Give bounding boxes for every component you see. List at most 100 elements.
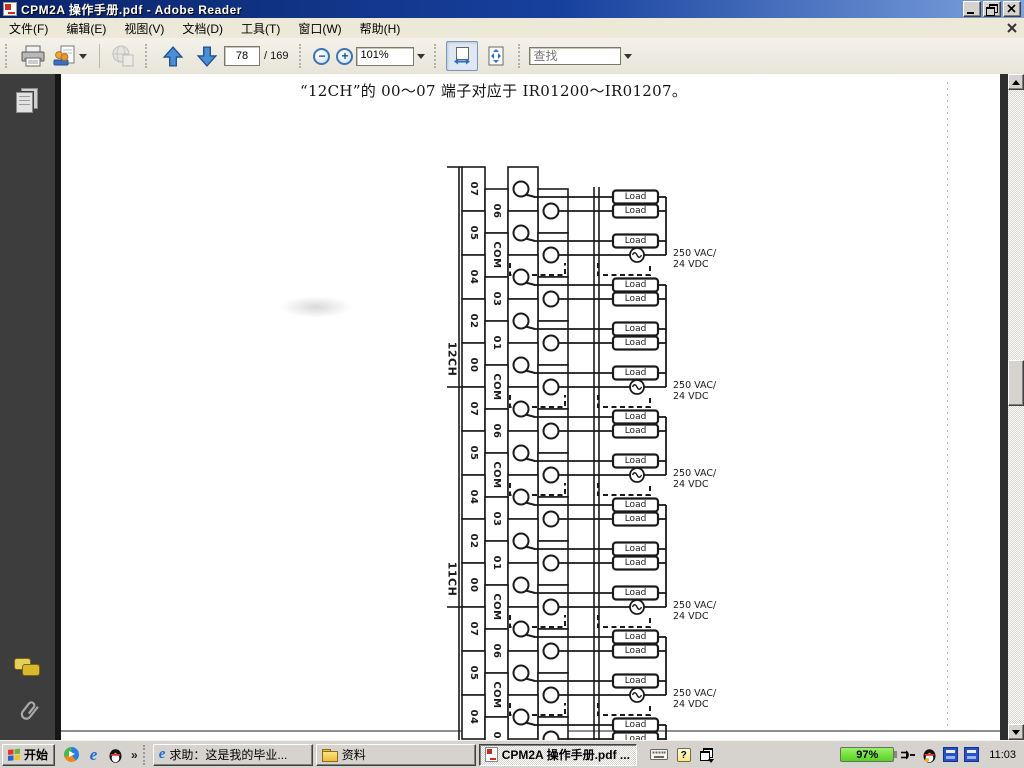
dropdown-arrow-icon [708, 759, 714, 763]
media-player-icon[interactable] [63, 746, 80, 763]
page-number-input[interactable] [224, 46, 260, 66]
close-button[interactable] [1003, 1, 1021, 17]
svg-text:06: 06 [491, 644, 502, 659]
pages-panel-icon[interactable] [16, 88, 38, 114]
svg-text:03: 03 [491, 732, 502, 740]
toolbar-grip [5, 44, 10, 68]
svg-text:Load: Load [625, 192, 647, 202]
quick-launch-overflow-chevron[interactable]: » [131, 748, 138, 762]
menu-tools[interactable]: 工具(T) [232, 18, 289, 39]
toolbar-grip [299, 44, 304, 68]
online-services-button[interactable] [107, 41, 139, 71]
dropdown-arrow-icon [79, 54, 87, 59]
toolbar: / 169 − + 101% [0, 38, 1024, 75]
tray-app-icon-2[interactable] [964, 747, 979, 762]
pdf-app-icon [3, 2, 17, 16]
menu-bar: 文件(F) 编辑(E) 视图(V) 文档(D) 工具(T) 窗口(W) 帮助(H… [0, 18, 1024, 39]
scroll-down-button[interactable] [1008, 724, 1024, 740]
fit-width-button[interactable] [446, 41, 478, 71]
svg-text:Load: Load [625, 338, 647, 348]
restore-button[interactable] [983, 1, 1001, 17]
system-tray: 97% 11:03 [840, 747, 1024, 763]
scrollbar-thumb[interactable] [1008, 360, 1024, 406]
svg-text:04: 04 [468, 270, 479, 285]
pdf-page: “12CH”的 00～07 端子对应于 IR01200～IR01207。 070… [61, 74, 1000, 740]
scroll-up-button[interactable] [1008, 74, 1024, 90]
svg-text:Load: Load [625, 632, 647, 642]
keyboard-icon[interactable] [650, 748, 668, 761]
attachments-panel-icon[interactable] [18, 698, 42, 726]
toolbar-grip [434, 44, 439, 68]
paperclip-icon [18, 698, 42, 726]
svg-text:02: 02 [468, 314, 479, 329]
fit-page-button[interactable] [480, 41, 512, 71]
email-button[interactable] [51, 41, 92, 71]
svg-text:04: 04 [468, 490, 479, 505]
svg-text:Load: Load [625, 280, 647, 290]
svg-text:Load: Load [625, 558, 647, 568]
menu-document[interactable]: 文档(D) [173, 18, 232, 39]
svg-text:COM: COM [491, 241, 502, 268]
task-button-browser[interactable]: e 求助：这是我的毕业... [153, 744, 313, 766]
minimize-button[interactable] [963, 1, 981, 17]
svg-text:Load: Load [625, 368, 647, 378]
previous-page-button[interactable] [157, 41, 189, 71]
svg-text:04: 04 [468, 710, 479, 725]
internet-explorer-icon[interactable]: e [85, 746, 102, 763]
zoom-level-combo[interactable]: 101% [356, 47, 414, 66]
svg-text:Load: Load [625, 588, 647, 598]
svg-text:COM: COM [491, 681, 502, 708]
zoom-out-button[interactable]: − [313, 48, 330, 65]
toolbar-grip [145, 44, 150, 68]
menu-file[interactable]: 文件(F) [0, 18, 57, 39]
adobe-reader-window: CPM2A 操作手册.pdf - Adobe Reader 文件(F) 编辑(E… [0, 0, 1024, 768]
svg-text:Load: Load [625, 426, 647, 436]
next-page-button[interactable] [191, 41, 223, 71]
battery-indicator[interactable]: 97% [840, 747, 894, 762]
svg-text:COM: COM [491, 593, 502, 620]
language-bar-restore-icon[interactable] [700, 747, 714, 763]
pdf-icon [485, 747, 498, 762]
svg-text:Load: Load [625, 646, 647, 656]
close-icon [1006, 22, 1018, 34]
svg-text:250 VAC/: 250 VAC/ [673, 248, 717, 259]
menu-help[interactable]: 帮助(H) [351, 18, 410, 39]
search-input[interactable] [529, 47, 621, 65]
svg-text:07: 07 [468, 622, 479, 637]
qq-tray-icon[interactable] [922, 747, 937, 763]
zoom-in-button[interactable]: + [336, 48, 353, 65]
arrow-up-icon [162, 46, 184, 67]
send-document-icon [52, 45, 76, 67]
taskbar-separator [143, 745, 148, 765]
svg-text:COM: COM [491, 461, 502, 488]
page-background-gutter [1000, 74, 1008, 740]
close-document-button[interactable] [1006, 22, 1018, 34]
comments-panel-icon[interactable] [14, 658, 40, 680]
ac-power-plug-icon[interactable] [900, 748, 916, 762]
printer-icon [20, 45, 46, 67]
svg-text:Load: Load [625, 544, 647, 554]
arrow-up-icon [1012, 80, 1020, 85]
print-button[interactable] [17, 41, 49, 71]
dropdown-arrow-icon [624, 54, 632, 59]
svg-text:Load: Load [625, 720, 647, 730]
task-button-pdf[interactable]: CPM2A 操作手册.pdf ... [479, 744, 637, 766]
menu-window[interactable]: 窗口(W) [289, 18, 350, 39]
help-icon[interactable]: ? [677, 748, 691, 762]
tray-app-icon-1[interactable] [943, 747, 958, 762]
task-button-folder[interactable]: 资料 [316, 744, 476, 766]
qq-icon[interactable] [107, 746, 124, 763]
dropdown-arrow-icon [417, 54, 425, 59]
svg-text:24 VDC: 24 VDC [673, 479, 709, 490]
ie-icon: e [159, 747, 166, 762]
vertical-scrollbar[interactable] [1008, 74, 1024, 740]
svg-text:Load: Load [625, 500, 647, 510]
arrow-down-icon [1012, 730, 1020, 735]
start-button[interactable]: 开始 [2, 744, 55, 766]
menu-view[interactable]: 视图(V) [115, 18, 173, 39]
output-wiring-diagram: 070605COM0403020100COM070605COM040302010… [445, 160, 745, 740]
svg-text:Load: Load [625, 676, 647, 686]
svg-text:24 VDC: 24 VDC [673, 259, 709, 270]
menu-edit[interactable]: 编辑(E) [57, 18, 115, 39]
svg-text:00: 00 [468, 578, 479, 593]
